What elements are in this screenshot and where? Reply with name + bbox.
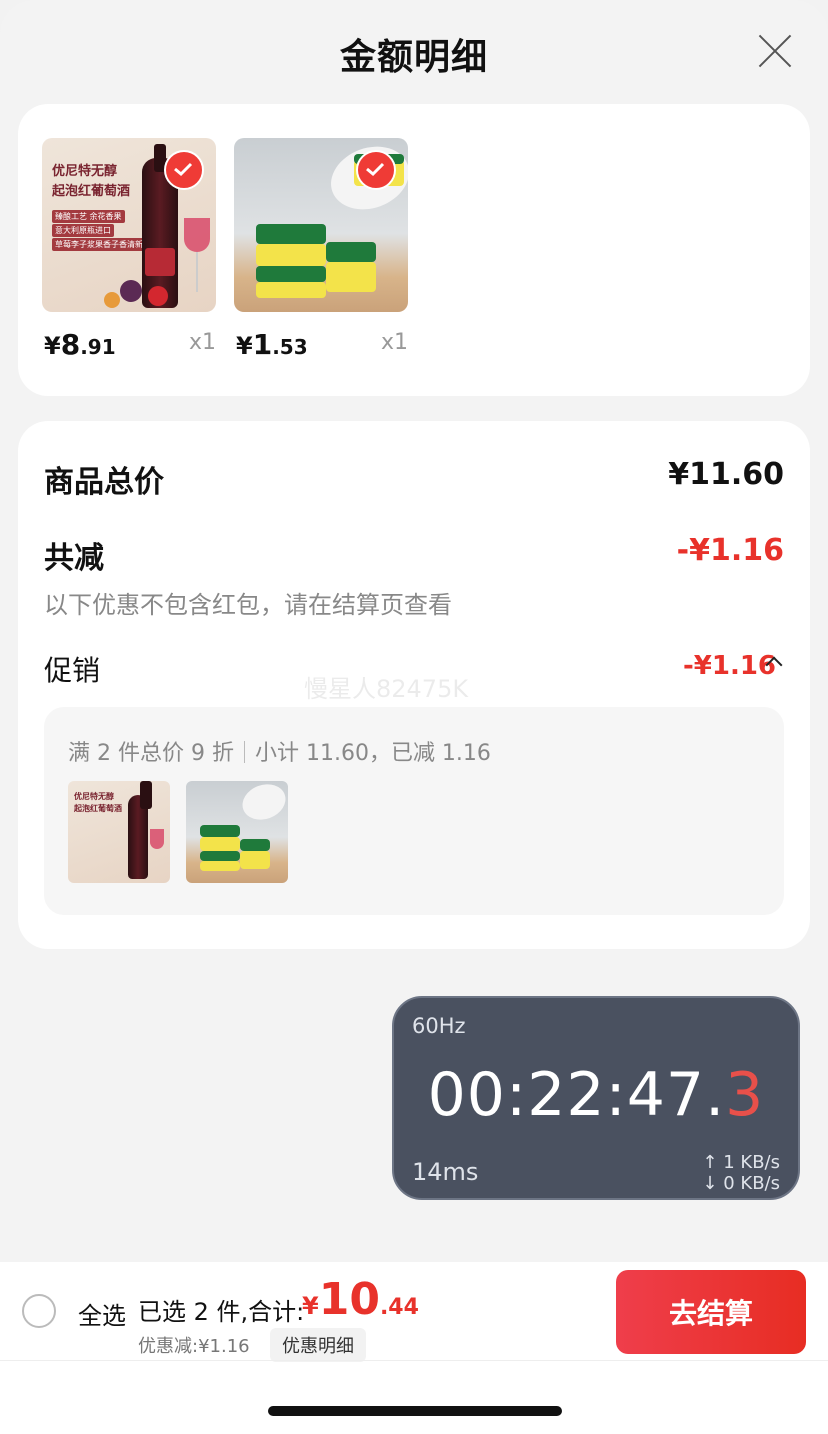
promo-subtotal: 小计 11.60，已减 1.16 bbox=[254, 741, 491, 766]
product-qty: x1 bbox=[188, 330, 216, 355]
promo-rule: 满 2 件总价 9 折 bbox=[68, 741, 234, 766]
upload-speed: ↑ 1 KB/s bbox=[702, 1152, 780, 1173]
summary-card: 商品总价 ¥11.60 共减 -¥1.16 以下优惠不包含红包，请在结算页查看 … bbox=[18, 421, 810, 949]
image-text: 起泡红葡萄酒 bbox=[52, 184, 131, 199]
bottle-label bbox=[145, 248, 175, 276]
total-label: 商品总价 bbox=[44, 465, 164, 500]
strawberry-graphic bbox=[148, 286, 168, 306]
product-item[interactable]: 优尼特无醇 起泡红葡萄酒 臻酿工艺 余花香果 意大利原瓶进口 草莓李子浆果香子香… bbox=[42, 138, 216, 361]
image-text: 优尼特无醇 bbox=[52, 164, 118, 179]
glass-stem bbox=[196, 252, 198, 292]
orange-graphic bbox=[104, 292, 120, 308]
divider bbox=[0, 1360, 828, 1361]
product-qty: x1 bbox=[380, 330, 408, 355]
network-speed: ↑ 1 KB/s ↓ 0 KB/s bbox=[702, 1152, 780, 1194]
download-speed: ↓ 0 KB/s bbox=[702, 1173, 780, 1194]
sponge-graphic bbox=[200, 861, 240, 871]
discount-amount: 优惠减:¥1.16 bbox=[138, 1336, 250, 1357]
total-value: ¥11.60 bbox=[668, 457, 784, 492]
selected-count: 已选 2 件,合计: bbox=[138, 1298, 305, 1326]
sponge-graphic bbox=[200, 851, 240, 861]
sponge-product-image bbox=[234, 138, 408, 312]
page-title: 金额明细 bbox=[339, 37, 488, 78]
discount-note: 以下优惠不包含红包，请在结算页查看 bbox=[44, 591, 452, 619]
sponge-graphic bbox=[200, 837, 240, 851]
timer-clock: 00:22:47.3 bbox=[427, 1060, 765, 1130]
discount-detail-button[interactable]: 优惠明细 bbox=[270, 1328, 366, 1362]
reduce-value: -¥1.16 bbox=[676, 533, 784, 568]
latency: 14ms bbox=[412, 1158, 479, 1186]
sponge-graphic bbox=[240, 851, 270, 869]
sponge-graphic bbox=[240, 839, 270, 851]
wine-product-image: 优尼特无醇 起泡红葡萄酒 臻酿工艺 余花香果 意大利原瓶进口 草莓李子浆果香子香… bbox=[42, 138, 216, 312]
promo-sponge-thumbnail bbox=[186, 781, 288, 883]
sponge-graphic bbox=[256, 224, 326, 244]
sponge-graphic bbox=[256, 244, 326, 266]
refresh-rate: 60Hz bbox=[412, 1014, 466, 1038]
glass-graphic bbox=[184, 218, 210, 252]
checkout-button[interactable]: 去结算 bbox=[616, 1270, 806, 1354]
sponge-graphic bbox=[326, 262, 376, 292]
image-tag: 意大利原瓶进口 bbox=[52, 224, 114, 237]
fps-timer-overlay[interactable]: 60Hz 00:22:47.3 14ms ↑ 1 KB/s ↓ 0 KB/s bbox=[392, 996, 800, 1200]
sponge-graphic bbox=[256, 282, 326, 298]
product-price: ¥8.91 bbox=[44, 328, 116, 361]
image-text: 起泡红葡萄酒 bbox=[74, 804, 122, 813]
sponge-graphic bbox=[256, 266, 326, 282]
select-all-radio[interactable] bbox=[22, 1294, 56, 1328]
image-text: 优尼特无醇 bbox=[74, 792, 114, 801]
reduce-label: 共减 bbox=[44, 541, 104, 576]
promo-wine-thumbnail: 优尼特无醇 起泡红葡萄酒 bbox=[68, 781, 170, 883]
plum-graphic bbox=[120, 280, 142, 302]
close-icon[interactable] bbox=[756, 32, 794, 70]
glass-graphic bbox=[150, 829, 164, 849]
promo-label: 促销 bbox=[44, 654, 101, 687]
divider bbox=[243, 741, 245, 763]
total-price: ¥10.44 bbox=[302, 1274, 419, 1325]
watermark: 慢星人82475K bbox=[304, 675, 469, 703]
sponge-graphic bbox=[200, 825, 240, 837]
selected-check-icon[interactable] bbox=[356, 150, 396, 190]
bottle-graphic bbox=[128, 781, 152, 879]
checkout-bar: 全选 已选 2 件,合计: ¥10.44 优惠减:¥1.16 优惠明细 去结算 bbox=[0, 1262, 828, 1434]
selected-check-icon[interactable] bbox=[164, 150, 204, 190]
promo-detail-text: 满 2 件总价 9 折小计 11.60，已减 1.16 bbox=[68, 735, 491, 767]
product-price: ¥1.53 bbox=[236, 328, 308, 361]
sponge-graphic bbox=[326, 242, 376, 262]
image-tag: 臻酿工艺 余花香果 bbox=[52, 210, 125, 223]
plate-graphic bbox=[237, 781, 288, 826]
promo-value[interactable]: -¥1.16 bbox=[683, 651, 776, 681]
product-item[interactable]: ¥1.53 x1 bbox=[234, 138, 408, 361]
home-indicator[interactable] bbox=[268, 1406, 562, 1416]
select-all-label[interactable]: 全选 bbox=[78, 1296, 126, 1331]
products-card: 优尼特无醇 起泡红葡萄酒 臻酿工艺 余花香果 意大利原瓶进口 草莓李子浆果香子香… bbox=[18, 104, 810, 396]
promo-detail-box: 满 2 件总价 9 折小计 11.60，已减 1.16 优尼特无醇 起泡红葡萄酒 bbox=[44, 707, 784, 915]
